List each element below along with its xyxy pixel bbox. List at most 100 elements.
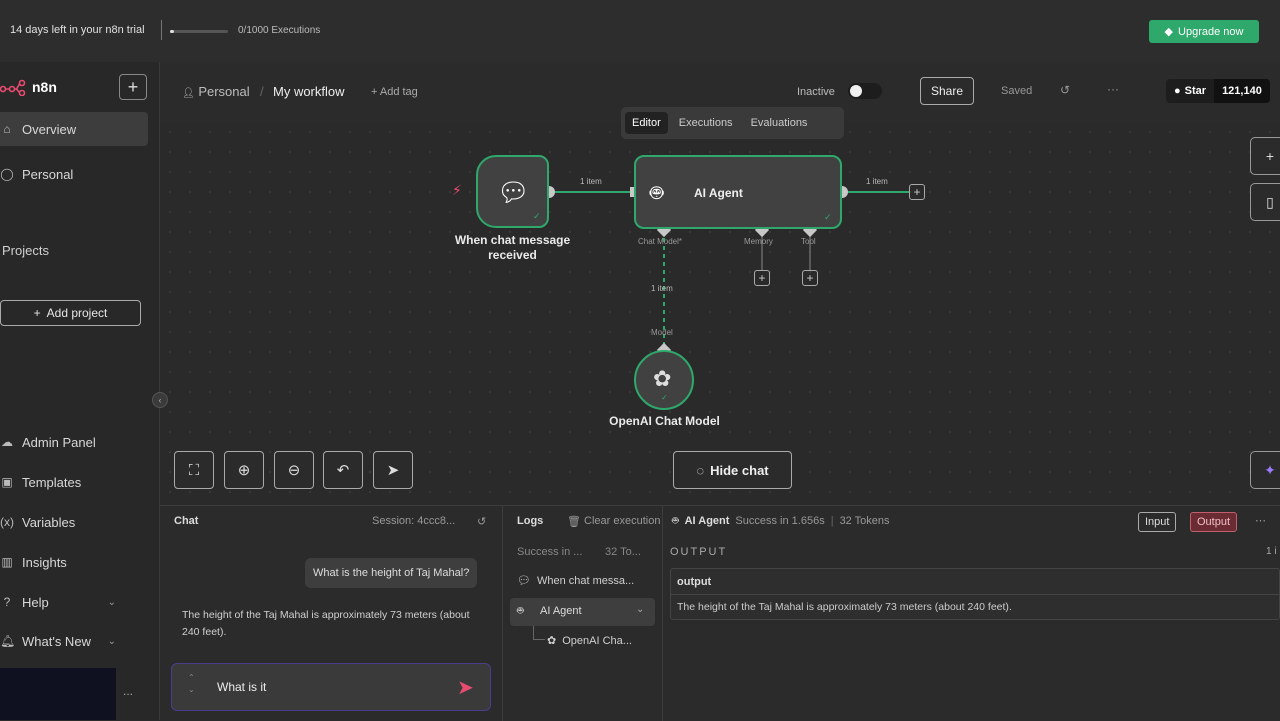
chevron-down-icon: ⌄ <box>636 604 645 615</box>
check-icon: ✓ <box>533 211 541 221</box>
add-project-button[interactable]: + Add project <box>0 300 141 326</box>
note-icon: ▯ <box>1266 193 1274 210</box>
upgrade-button[interactable]: ◆ Upgrade now <box>1149 20 1259 43</box>
trial-banner: 14 days left in your n8n trial 0/1000 Ex… <box>0 0 1280 62</box>
port-tool-label: Tool <box>801 237 816 246</box>
collapse-sidebar-button[interactable]: ‹ <box>152 392 168 408</box>
log-entry-label: AI Agent <box>540 605 582 617</box>
user-area[interactable] <box>0 668 116 720</box>
add-node-panel-button[interactable]: + <box>1250 137 1280 175</box>
send-icon[interactable]: ➤ <box>457 675 474 700</box>
clear-execution-button[interactable]: 🗑︎ Clear execution <box>567 506 660 536</box>
fullscreen-icon: ⛶ <box>188 461 200 479</box>
sidebar-item-personal[interactable]: ◯ Personal <box>0 157 148 191</box>
user-icon: ◯ <box>0 167 14 181</box>
sidebar-item-help[interactable]: ? Help ⌄ <box>0 585 148 619</box>
active-toggle[interactable] <box>848 83 882 99</box>
lightning-icon: ⚡︎ <box>452 182 462 198</box>
chat-icon: ◌ <box>696 462 705 478</box>
input-tab[interactable]: Input <box>1138 512 1177 532</box>
user-icon: 👤︎ <box>182 88 195 99</box>
plus-icon: + <box>758 271 766 285</box>
ai-assistant-button[interactable]: ✦ <box>1250 451 1280 489</box>
port-model-label: Model <box>651 328 673 337</box>
output-tab[interactable]: Output <box>1190 512 1238 532</box>
output-field-value: The height of the Taj Mahal is approxima… <box>677 601 1012 613</box>
variables-icon: (x) <box>0 515 14 529</box>
tab-executions[interactable]: Executions <box>672 112 740 134</box>
add-tool-button[interactable]: + <box>802 270 818 286</box>
github-star-button[interactable]: ● Star 121,140 <box>1166 79 1270 103</box>
saved-status: Saved <box>1001 85 1033 97</box>
log-summary-status: Success in ... <box>517 546 583 558</box>
sidebar-item-overview[interactable]: ⌂ Overview <box>0 112 148 146</box>
clear-execution-label: Clear execution <box>584 515 661 527</box>
user-menu-button[interactable]: ... <box>123 684 133 698</box>
add-memory-button[interactable]: + <box>754 270 770 286</box>
workflow-name[interactable]: My workflow <box>273 84 345 99</box>
fit-view-button[interactable]: ⛶ <box>174 451 214 489</box>
chevron-down-icon: ⌄ <box>107 596 116 608</box>
output-field-name: output <box>677 576 712 588</box>
add-node-button[interactable]: + <box>909 184 925 200</box>
breadcrumb-personal[interactable]: 👤︎ Personal <box>182 84 250 99</box>
bot-message: The height of the Taj Mahal is approxima… <box>182 609 470 638</box>
port-memory-label: Memory <box>744 237 773 246</box>
log-entry[interactable]: ✿ OpenAI Cha... <box>547 634 632 648</box>
hide-chat-button[interactable]: ◌ Hide chat <box>673 451 792 489</box>
log-entry[interactable]: 💬︎ When chat messa... <box>517 574 635 588</box>
check-icon: ✓ <box>661 393 668 402</box>
chevron-down-icon: ⌄ <box>107 635 116 647</box>
sidebar-item-variables[interactable]: (x) Variables <box>0 505 148 539</box>
ai-agent-node[interactable]: 🤖︎ AI Agent ✓ <box>634 155 842 229</box>
chart-icon: ▥ <box>1 555 13 569</box>
pointer-button[interactable]: ➤ <box>373 451 413 489</box>
more-options-button[interactable]: ··· <box>1107 82 1119 96</box>
user-message: What is the height of Taj Mahal? <box>305 558 478 588</box>
add-project-label: Add project <box>46 306 108 320</box>
sidebar-item-whats-new[interactable]: 🔔︎ What's New ⌄ <box>0 624 148 658</box>
plus-icon: + <box>33 306 41 320</box>
workflow-canvas[interactable]: Editor Executions Evaluations ⚡︎ 💬︎ ✓ Wh… <box>152 107 1280 505</box>
sidebar-item-templates[interactable]: ▣ Templates <box>0 465 148 499</box>
history-nav-icon[interactable]: ⌃ ⌄ <box>188 672 195 696</box>
breadcrumb-separator: / <box>260 84 264 99</box>
output-status: Success in 1.656s <box>735 515 825 527</box>
zoom-in-button[interactable]: ⊕ <box>224 451 264 489</box>
sidebar-item-label: Admin Panel <box>22 434 96 450</box>
chat-input-box[interactable]: ⌃ ⌄ What is it ➤ <box>171 663 491 711</box>
tab-evaluations[interactable]: Evaluations <box>744 112 815 134</box>
logo[interactable]: n8n <box>0 78 57 96</box>
sidebar-item-label: Insights <box>22 554 67 570</box>
sidebar-item-insights[interactable]: ▥ Insights <box>0 545 148 579</box>
add-button[interactable]: + <box>119 74 147 100</box>
star-label: Star <box>1184 85 1207 97</box>
chat-input[interactable]: What is it <box>217 680 266 694</box>
undo-icon: ↶ <box>336 462 350 479</box>
chat-icon: 💬︎ <box>497 177 531 207</box>
check-icon: ✓ <box>824 212 832 222</box>
tab-editor[interactable]: Editor <box>625 112 668 134</box>
logo-text: n8n <box>32 79 57 95</box>
zoom-out-button[interactable]: ⊖ <box>274 451 314 489</box>
session-label: Session: 4ccc8... <box>372 515 456 527</box>
reset-session-icon[interactable]: ↺ <box>477 515 486 528</box>
trigger-node[interactable]: 💬︎ ✓ <box>476 155 549 228</box>
zoom-out-icon: ⊖ <box>287 462 301 479</box>
sidebar-item-label: Templates <box>22 474 82 490</box>
diamond-icon: ◆ <box>1164 26 1174 38</box>
share-button[interactable]: Share <box>920 77 974 105</box>
log-entry-label: When chat messa... <box>536 574 635 587</box>
undo-button[interactable]: ↶ <box>323 451 363 489</box>
sticky-note-button[interactable]: ▯ <box>1250 183 1280 221</box>
add-tag-link[interactable]: + Add tag <box>371 86 418 98</box>
sidebar-item-admin-panel[interactable]: ☁ Admin Panel <box>0 425 148 459</box>
robot-icon: 🤖︎ <box>650 180 664 205</box>
log-entry-selected[interactable]: 🤖︎ AI Agent ⌄ <box>510 598 655 626</box>
openai-model-node[interactable]: ✿ ✓ <box>634 350 694 410</box>
more-options-button[interactable]: ⋯ <box>1255 514 1266 527</box>
view-tabs: Editor Executions Evaluations <box>621 107 844 139</box>
output-record: output The height of the Taj Mahal is ap… <box>670 568 1280 620</box>
sidebar: n8n + ⌂ Overview ◯ Personal Projects + A… <box>0 62 160 720</box>
history-icon[interactable]: ↺ <box>1060 83 1070 97</box>
